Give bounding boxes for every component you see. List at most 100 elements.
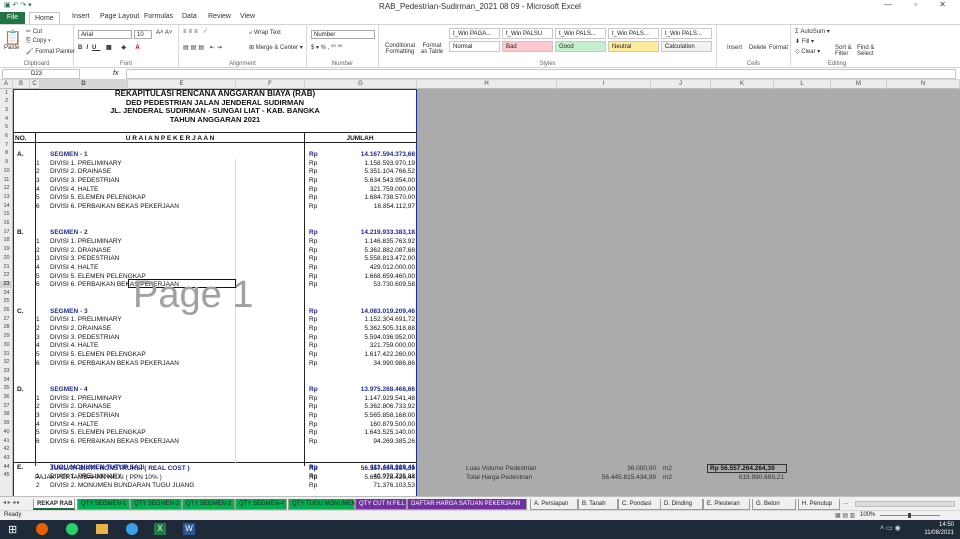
zoom-slider-thumb[interactable] (908, 513, 911, 518)
row-header[interactable]: 42 (0, 446, 13, 453)
row-header[interactable]: 17 (0, 229, 13, 236)
sheet-tab[interactable]: E. Plesteran (703, 499, 750, 510)
row-header[interactable]: 23 (0, 280, 13, 288)
excel-icon[interactable]: X (154, 523, 166, 535)
row-header[interactable]: 22 (0, 272, 13, 279)
conditional-formatting-button[interactable]: Conditional Formatting (383, 43, 417, 55)
sheet-tab[interactable]: QTY SEGMEN-1 (77, 499, 130, 510)
fx-icon[interactable]: fx (113, 70, 118, 77)
vertical-align-icons[interactable]: ≡≡≡ ⟋ (183, 29, 209, 36)
find-select-button[interactable]: Find & Select (857, 45, 881, 57)
row-header[interactable]: 28 (0, 324, 13, 331)
cell-style-item[interactable]: t_Win PALSU (502, 28, 553, 39)
column-header-f[interactable]: F (236, 80, 305, 89)
column-header-c[interactable]: C (30, 80, 40, 89)
sheet-tab[interactable]: D. Dinding (660, 499, 703, 510)
column-header-b[interactable]: B (13, 80, 30, 89)
format-as-table-button[interactable]: Format as Table (419, 43, 445, 55)
column-header-e[interactable]: E (128, 80, 236, 89)
cell-style-item[interactable]: Good (555, 41, 606, 52)
tab-insert[interactable]: Insert (72, 13, 90, 20)
row-header[interactable]: 30 (0, 342, 13, 349)
sheet-tab[interactable]: QTY SEGMEN-2 (130, 499, 182, 510)
bold-italic-underline[interactable]: BIU ▦ ◈ A (78, 44, 144, 51)
sheet-nav-arrows[interactable]: ◂ ▸ ◂ ▸ (3, 499, 20, 506)
row-header[interactable]: 18 (0, 237, 13, 244)
row-header[interactable]: 45 (0, 472, 13, 479)
row-header[interactable]: 24 (0, 290, 13, 297)
row-header[interactable]: 40 (0, 429, 13, 436)
row-header[interactable]: 44 (0, 464, 13, 471)
tab-view[interactable]: View (240, 13, 255, 20)
row-header[interactable]: 38 (0, 411, 13, 418)
cell-style-item[interactable]: Neutral (608, 41, 659, 52)
sheet-tab[interactable]: QTY CUT N FILL (355, 499, 407, 510)
sheet-tab[interactable]: DAFTAR HARGA SATUAN PEKERJAAN (407, 499, 527, 510)
tab-formulas[interactable]: Formulas (144, 13, 173, 20)
word-icon[interactable]: W (183, 523, 195, 535)
column-header-j[interactable]: J (651, 80, 711, 89)
column-header-m[interactable]: M (831, 80, 887, 89)
tab-file[interactable]: File (0, 12, 25, 24)
cell-style-item[interactable]: t_Win PALS... (608, 28, 659, 39)
tab-data[interactable]: Data (182, 13, 197, 20)
column-header-n[interactable]: N (887, 80, 960, 89)
cell-style-item[interactable]: t_Win PAGA... (449, 28, 500, 39)
row-header[interactable]: 32 (0, 359, 13, 366)
zoom-level[interactable]: 100% (860, 512, 875, 518)
tab-review[interactable]: Review (208, 13, 231, 20)
row-header[interactable]: 27 (0, 316, 13, 323)
row-header[interactable]: 33 (0, 368, 13, 375)
row-header[interactable]: 43 (0, 455, 13, 462)
row-header[interactable]: 10 (0, 168, 13, 175)
sheet-tab[interactable]: B. Tanah (578, 499, 618, 510)
row-header[interactable]: 41 (0, 438, 13, 445)
sheet-tab[interactable]: QTY SEGMEN-3 (182, 499, 235, 510)
column-header-k[interactable]: K (711, 80, 774, 89)
row-header[interactable]: 26 (0, 307, 13, 314)
format-cells-button[interactable]: Format (769, 45, 788, 51)
row-header[interactable]: 36 (0, 394, 13, 401)
row-header[interactable]: 14 (0, 203, 13, 210)
column-header-d[interactable]: D (40, 80, 128, 89)
whatsapp-icon[interactable] (66, 523, 78, 535)
copy-button[interactable]: ⎘ Copy ▾ (26, 38, 51, 45)
sheet-tab[interactable]: H. Penutup (798, 499, 840, 510)
insert-cells-button[interactable]: Insert (727, 45, 742, 51)
column-header-i[interactable]: I (557, 80, 651, 89)
cell-style-item[interactable]: t_Win PALS... (555, 28, 606, 39)
sheet-tab-more[interactable]: ... (843, 500, 848, 506)
sort-filter-button[interactable]: Sort & Filter (835, 45, 857, 57)
row-header[interactable]: 12 (0, 185, 13, 192)
view-buttons[interactable]: ▦ ▤ ▥ (835, 512, 855, 519)
formula-input[interactable] (126, 69, 956, 79)
chrome-icon[interactable] (126, 523, 138, 535)
row-header[interactable]: 19 (0, 246, 13, 253)
file-explorer-icon[interactable] (96, 524, 108, 534)
sheet-tab[interactable]: QTY SEGMEN-4 (235, 499, 287, 510)
tab-home[interactable]: Home (29, 12, 60, 24)
row-header[interactable]: 29 (0, 333, 13, 340)
row-header[interactable]: 31 (0, 351, 13, 358)
name-box[interactable]: D23 (2, 69, 80, 79)
delete-cells-button[interactable]: Delete (749, 45, 766, 51)
autosum-button[interactable]: Σ AutoSum ▾ (795, 28, 830, 35)
row-header[interactable]: 2 (0, 98, 13, 105)
font-name-select[interactable]: Arial (78, 30, 132, 39)
row-header[interactable]: 35 (0, 385, 13, 392)
tray-icons[interactable]: ˄ ▭ ◉ (880, 524, 901, 532)
row-header[interactable]: 25 (0, 298, 13, 305)
column-header-l[interactable]: L (774, 80, 831, 89)
row-header[interactable]: 13 (0, 194, 13, 201)
cell-style-item[interactable]: Bad (502, 41, 553, 52)
font-size-select[interactable]: 10 (134, 30, 152, 39)
row-header[interactable]: 16 (0, 220, 13, 227)
sheet-tab[interactable]: REKAP RAB (33, 499, 75, 510)
row-header[interactable]: 39 (0, 420, 13, 427)
sheet-tab[interactable]: QTY TUGU MONUMEN (288, 499, 356, 510)
cell-style-item[interactable]: Calculation (661, 41, 712, 52)
clear-button[interactable]: ◇ Clear ▾ (795, 48, 820, 55)
sheet-tab[interactable]: A. Persiapan (530, 499, 578, 510)
format-painter-button[interactable]: 🖌 Format Painter (26, 48, 75, 55)
number-format-icons[interactable]: $ ▾ % , ⁰⁰ ⁰⁰ (311, 44, 342, 51)
